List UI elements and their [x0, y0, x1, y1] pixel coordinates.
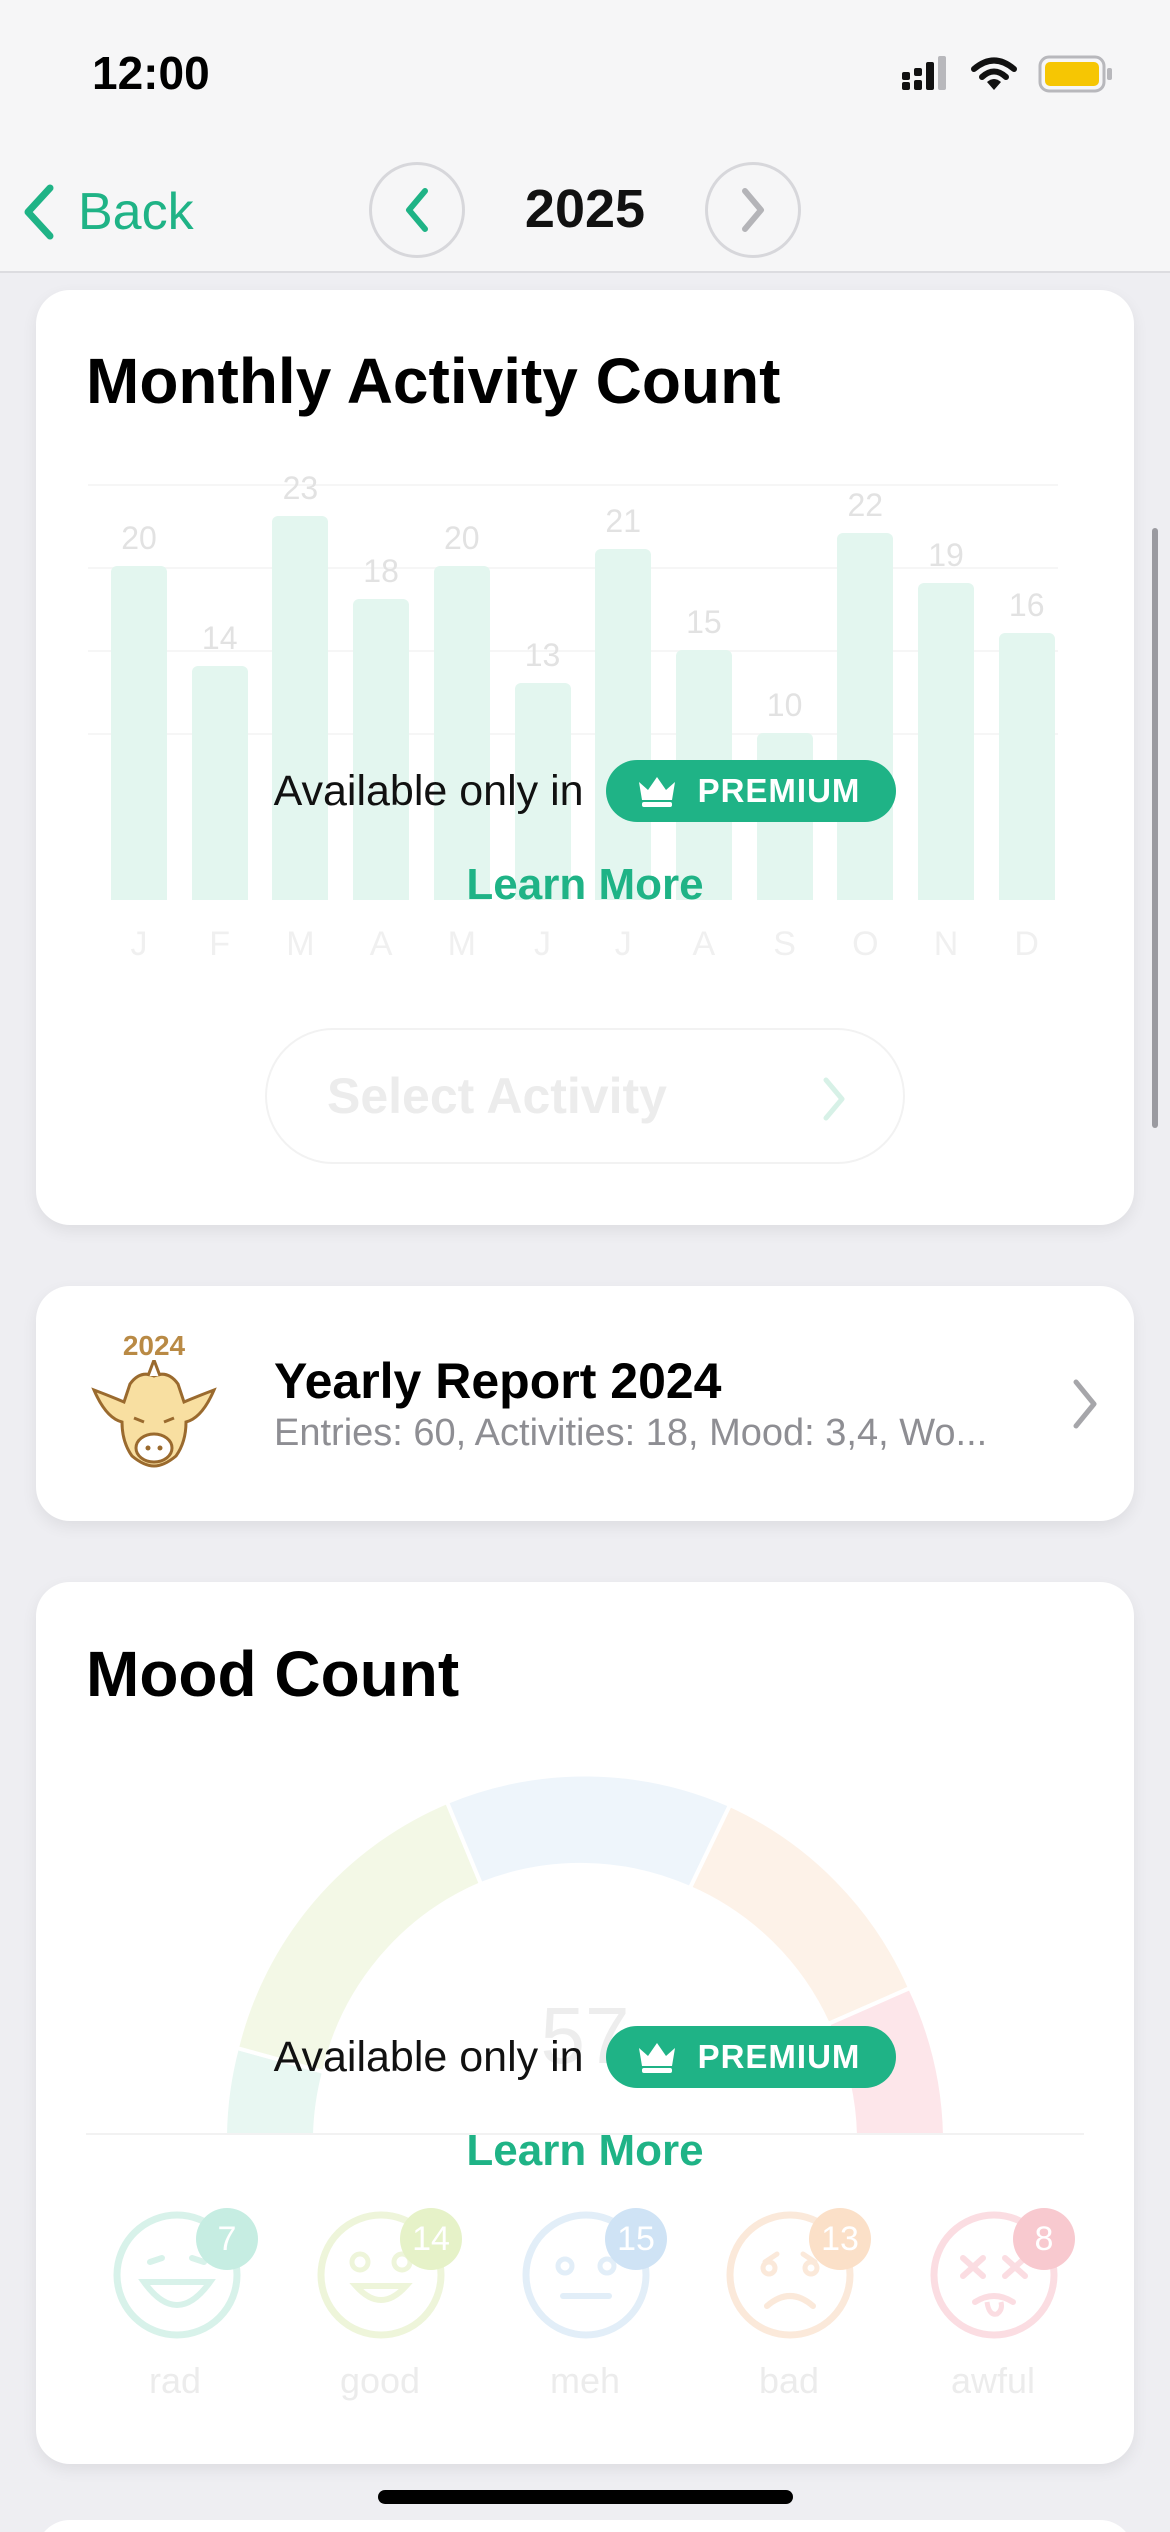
chevron-left-icon	[24, 184, 54, 240]
next-card-peek	[36, 2520, 1134, 2532]
back-button[interactable]: Back	[22, 172, 194, 252]
available-only-text: Available only in	[273, 2032, 584, 2081]
year-title: 2025	[524, 179, 646, 239]
chart-month-label: N	[933, 925, 959, 963]
home-indicator[interactable]	[378, 2490, 793, 2504]
status-time: 12:00	[92, 47, 210, 99]
select-activity-label: Select Activity	[327, 1068, 667, 1124]
chart-month-label: D	[1014, 925, 1039, 963]
chart-value-label: 21	[605, 503, 641, 540]
chevron-right-icon	[1073, 1379, 1097, 1429]
yearly-report-summary: Entries: 60, Activities: 18, Mood: 3,4, …	[274, 1412, 988, 1454]
available-only-text: Available only in	[273, 766, 584, 815]
mood-count-badge: 7	[196, 2208, 258, 2270]
chart-month-label: M	[286, 925, 315, 963]
battery-icon	[1038, 55, 1112, 93]
mood-label-awful: awful	[950, 2360, 1036, 2401]
chart-bar	[918, 582, 974, 900]
activity-card-title: Monthly Activity Count	[86, 345, 781, 417]
chevron-left-icon	[406, 188, 428, 232]
mood-premium-notice: Available only in PREMIUM	[0, 2026, 1170, 2088]
chart-value-label: 10	[766, 687, 803, 723]
chart-value-label: 19	[928, 536, 964, 573]
activity-premium-notice: Available only in PREMIUM	[0, 760, 1170, 822]
select-activity-button[interactable]: Select Activity	[265, 1028, 905, 1164]
mood-label-rad: rad	[148, 2360, 202, 2401]
chart-month-label: O	[852, 925, 879, 963]
chart-gridline	[88, 484, 1058, 486]
chart-value-label: 14	[201, 620, 238, 657]
chart-gridline	[88, 567, 1058, 569]
crown-icon	[638, 777, 675, 807]
learn-more-link[interactable]: Learn More	[0, 860, 1170, 910]
next-year-button[interactable]	[705, 162, 801, 258]
chart-month-label: M	[447, 925, 476, 963]
status-bar: 12:00	[0, 0, 1170, 150]
chart-month-label: S	[773, 925, 796, 963]
chevron-right-icon	[742, 188, 764, 232]
chart-bar	[433, 566, 490, 900]
year-mascot-icon: 2024	[90, 1330, 218, 1470]
chart-month-label: J	[130, 925, 148, 963]
status-icons	[900, 50, 1114, 98]
premium-badge[interactable]: PREMIUM	[605, 760, 897, 822]
navigation-bar: Back 2025	[0, 150, 1170, 273]
chart-month-label: J	[614, 925, 632, 963]
chevron-right-icon	[823, 1077, 845, 1121]
chart-value-label: 22	[847, 486, 884, 523]
mood-count-badge: 13	[809, 2208, 871, 2270]
crown-icon	[638, 2043, 675, 2073]
mood-label-meh: meh	[549, 2360, 621, 2401]
chart-month-label: A	[369, 925, 393, 963]
chart-value-label: 20	[121, 520, 157, 556]
chart-month-label: J	[534, 925, 551, 963]
chart-bar	[595, 549, 652, 900]
wifi-icon	[971, 57, 1017, 90]
yearly-report-title: Yearly Report 2024	[274, 1353, 722, 1409]
mood-card-title: Mood Count	[86, 1638, 460, 1710]
cellular-signal-icon	[902, 56, 946, 90]
premium-label: PREMIUM	[697, 772, 861, 809]
mood-count-badge: 14	[400, 2208, 462, 2270]
premium-badge[interactable]: PREMIUM	[605, 2026, 897, 2088]
chart-value-label: 18	[363, 553, 399, 590]
chart-value-label: 20	[444, 520, 480, 556]
chart-value-label: 15	[686, 603, 722, 640]
chart-bar	[353, 599, 410, 900]
previous-year-button[interactable]	[369, 162, 465, 258]
chart-value-label: 13	[524, 636, 561, 673]
gauge-segment-meh	[444, 1772, 733, 1891]
chart-bar	[272, 515, 329, 900]
learn-more-link[interactable]: Learn More	[0, 2126, 1170, 2176]
mood-label-bad: bad	[758, 2360, 820, 2401]
mascot-year-label: 2024	[122, 1330, 186, 1361]
chart-bar	[111, 566, 167, 900]
chart-month-label: A	[692, 925, 716, 963]
chart-value-label: 23	[282, 469, 319, 506]
scroll-indicator[interactable]	[1152, 528, 1158, 1128]
chart-bar	[837, 532, 894, 900]
gauge-segment-bad	[687, 1802, 913, 2027]
mood-count-badge: 8	[1013, 2208, 1075, 2270]
back-label: Back	[78, 183, 194, 241]
mood-label-good: good	[339, 2360, 421, 2401]
premium-label: PREMIUM	[697, 2038, 861, 2075]
chart-month-label: F	[209, 925, 231, 963]
mood-count-badge: 15	[605, 2208, 667, 2270]
chart-value-label: 16	[1008, 586, 1045, 623]
